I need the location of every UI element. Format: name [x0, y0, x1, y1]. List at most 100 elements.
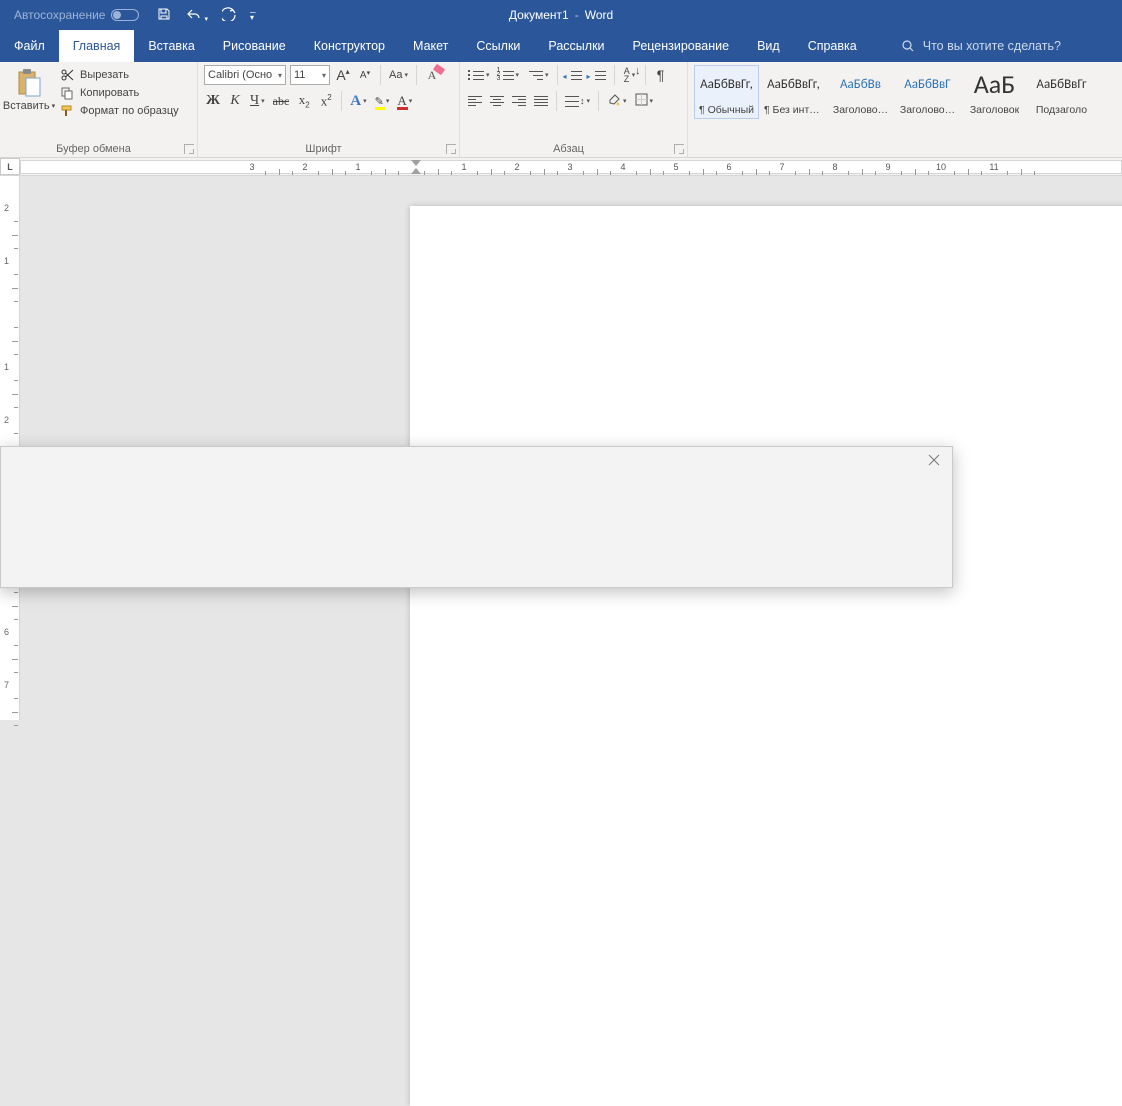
outdent-icon: ◂ [566, 69, 582, 81]
multilevel-icon [527, 69, 543, 81]
bullets-button[interactable] [466, 65, 492, 85]
close-icon [928, 454, 940, 466]
style-sample: АаБбВвГг, [767, 69, 820, 99]
font-color-button[interactable]: A [395, 91, 414, 111]
cut-button[interactable]: Вырезать [56, 67, 183, 83]
grow-font-button[interactable]: A▴ [334, 65, 352, 85]
tab-home[interactable]: Главная [59, 30, 135, 62]
group-styles: АаБбВвГг,¶ ОбычныйАаБбВвГг,¶ Без инте…Аа… [688, 62, 1122, 157]
italic-button[interactable]: К [226, 91, 244, 111]
change-case-button[interactable]: Aa [387, 65, 410, 85]
tab-design[interactable]: Конструктор [300, 30, 399, 62]
tab-draw[interactable]: Рисование [209, 30, 300, 62]
ribbon-tabs: Файл Главная Вставка Рисование Конструкт… [0, 30, 1122, 62]
bullets-icon [468, 69, 484, 81]
tab-insert[interactable]: Вставка [134, 30, 208, 62]
decrease-indent-button[interactable]: ◂ [564, 65, 584, 85]
style-name: Заголово… [900, 104, 955, 116]
save-icon[interactable] [157, 7, 171, 24]
line-spacing-button[interactable]: ↕ [563, 91, 592, 111]
tab-selector-icon[interactable]: L [0, 158, 20, 175]
tellme-placeholder: Что вы хотите сделать? [923, 39, 1061, 53]
tab-references[interactable]: Ссылки [462, 30, 534, 62]
subscript-button[interactable]: x2 [295, 91, 313, 111]
undo-icon[interactable]: ▾ [185, 7, 208, 24]
paragraph-launcher-icon[interactable] [674, 144, 684, 154]
style-item[interactable]: АаБбВвГЗаголово… [895, 65, 960, 119]
popup-panel [0, 446, 953, 588]
tab-review[interactable]: Рецензирование [619, 30, 744, 62]
tab-file[interactable]: Файл [0, 30, 59, 62]
align-center-button[interactable] [488, 91, 506, 111]
font-launcher-icon[interactable] [446, 144, 456, 154]
bucket-icon [607, 93, 621, 110]
qat-customize-icon[interactable]: ─▾ [250, 10, 256, 20]
text-effects-icon: A [350, 93, 361, 110]
align-left-button[interactable] [466, 91, 484, 111]
borders-icon [635, 93, 648, 109]
font-name-combo[interactable]: Calibri (Осно▾ [204, 65, 286, 85]
clear-formatting-button[interactable]: A [423, 65, 441, 85]
format-painter-button[interactable]: Формат по образцу [56, 103, 183, 119]
group-font-label: Шрифт [198, 143, 449, 155]
increase-indent-button[interactable]: ▸ [588, 65, 608, 85]
paste-icon [16, 68, 42, 98]
style-item[interactable]: АаБЗаголовок [962, 65, 1027, 119]
clipboard-launcher-icon[interactable] [184, 144, 194, 154]
align-center-icon [490, 96, 504, 107]
numbering-icon: 123 [498, 69, 514, 81]
tab-mailings[interactable]: Рассылки [534, 30, 618, 62]
paste-label: Вставить [3, 100, 50, 112]
tab-layout[interactable]: Макет [399, 30, 462, 62]
sort-icon: AZ↓ [624, 67, 630, 83]
text-effects-button[interactable]: A [348, 91, 368, 111]
ribbon: Вставить▾ Вырезать Копировать Формат по … [0, 62, 1122, 158]
underline-button[interactable]: Ч [248, 91, 267, 111]
paste-button[interactable]: Вставить▾ [6, 65, 52, 112]
tab-view[interactable]: Вид [743, 30, 794, 62]
hanging-indent-marker-icon[interactable] [411, 168, 421, 174]
autosave-label: Автосохранение [14, 8, 105, 22]
borders-button[interactable] [633, 91, 656, 111]
tellme-search[interactable]: Что вы хотите сделать? [901, 30, 1061, 62]
superscript-button[interactable]: x2 [317, 91, 335, 111]
shrink-font-button[interactable]: A▾ [356, 65, 374, 85]
ruler-horizontal[interactable]: L 3211234567891011 [0, 158, 1122, 176]
tab-help[interactable]: Справка [794, 30, 871, 62]
document-page[interactable] [410, 206, 1122, 1106]
style-item[interactable]: АаБбВвГгПодзаголо [1029, 65, 1094, 119]
group-clipboard: Вставить▾ Вырезать Копировать Формат по … [0, 62, 198, 157]
style-sample: АаБ [974, 69, 1015, 99]
cut-label: Вырезать [80, 69, 129, 81]
eraser-icon: A [428, 68, 437, 83]
font-size-combo[interactable]: 11▾ [290, 65, 330, 85]
autosave-toggle[interactable]: Автосохранение [14, 8, 139, 22]
sort-button[interactable]: AZ↓ [621, 65, 639, 85]
copy-button[interactable]: Копировать [56, 85, 183, 101]
style-item[interactable]: АаБбВвГг,¶ Обычный [694, 65, 759, 119]
highlight-button[interactable]: ✎ [373, 91, 392, 111]
style-item[interactable]: АаБбВвЗаголово… [828, 65, 893, 119]
popup-close-button[interactable] [928, 453, 944, 469]
align-right-button[interactable] [510, 91, 528, 111]
bold-button[interactable]: Ж [204, 91, 222, 111]
indent-icon: ▸ [590, 69, 606, 81]
style-name: ¶ Без инте… [764, 104, 823, 116]
multilevel-list-button[interactable] [525, 65, 551, 85]
font-name-value: Calibri (Осно [208, 69, 272, 81]
style-item[interactable]: АаБбВвГг, ¶ Без инте… [761, 65, 826, 119]
strikethrough-button[interactable]: abc [271, 91, 292, 111]
redo-icon[interactable] [222, 7, 236, 24]
doc-name: Документ1 [509, 8, 569, 22]
format-painter-icon [60, 104, 74, 118]
justify-button[interactable] [532, 91, 550, 111]
justify-icon [534, 96, 548, 107]
copy-label: Копировать [80, 87, 139, 99]
indent-marker-icon[interactable] [411, 160, 421, 166]
numbering-button[interactable]: 123 [496, 65, 522, 85]
title-bar: Автосохранение ▾ ─▾ Документ1-Word [0, 0, 1122, 30]
show-paragraph-button[interactable]: ¶ [652, 65, 670, 85]
highlight-icon: ✎ [375, 95, 384, 108]
shading-button[interactable] [605, 91, 629, 111]
style-sample: АаБбВвГг [1036, 69, 1086, 99]
